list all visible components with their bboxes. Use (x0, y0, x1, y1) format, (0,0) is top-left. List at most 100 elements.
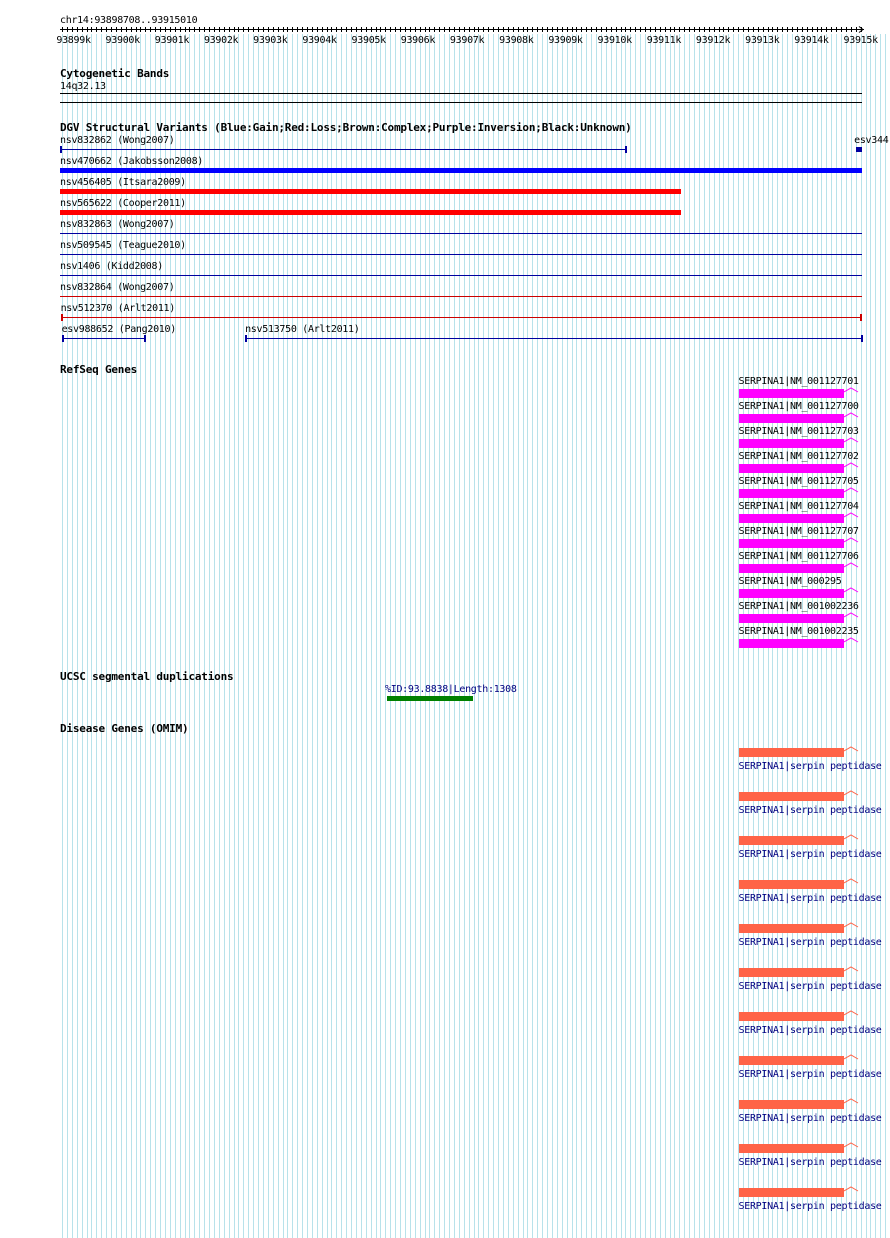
ruler-tick-label: 93911k (646, 35, 682, 46)
dgv-variant-label[interactable]: esv344 (854, 135, 889, 146)
dgv-variant-bar[interactable] (60, 149, 627, 150)
refseq-transcript-label[interactable]: SERPINA1|NM_001127707 (739, 526, 859, 537)
dgv-variant-end-cap (61, 335, 64, 342)
intron-connector (843, 587, 858, 593)
ruler-tick-label: 93909k (548, 35, 583, 46)
dgv-variant-bar[interactable] (60, 296, 862, 297)
refseq-exon-block[interactable] (738, 464, 844, 473)
refseq-transcript-label[interactable]: SERPINA1|NM_001002236 (739, 601, 859, 612)
omim-entry-label[interactable]: SERPINA1|serpin peptidase (739, 981, 882, 992)
refseq-exon-block[interactable] (738, 589, 844, 598)
ruler-tick-label: 93899k (56, 35, 91, 46)
intron-connector (843, 1142, 858, 1148)
dgv-variant-label[interactable]: nsv832864 (Wong2007) (60, 282, 175, 293)
dgv-variant-label[interactable]: nsv470662 (Jakobsson2008) (60, 156, 203, 167)
omim-gene-block[interactable] (738, 792, 844, 801)
dgv-variant-label[interactable]: nsv1406 (Kidd2008) (60, 261, 163, 272)
omim-entry-label[interactable]: SERPINA1|serpin peptidase (739, 1157, 882, 1168)
refseq-transcript-label[interactable]: SERPINA1|NM_001127703 (739, 426, 859, 437)
dgv-variant-bar[interactable] (60, 210, 681, 215)
refseq-transcript-label[interactable]: SERPINA1|NM_001127705 (739, 476, 859, 487)
omim-entry-label[interactable]: SERPINA1|serpin peptidase (739, 849, 882, 860)
ruler-tick-label: 93900k (105, 35, 141, 46)
dgv-track-title: DGV Structural Variants (Blue:Gain;Red:L… (60, 121, 632, 134)
intron-connector (843, 437, 858, 443)
intron-connector (843, 834, 858, 840)
intron-connector (843, 1098, 858, 1104)
dgv-variant-bar[interactable] (60, 168, 862, 173)
dgv-variant-label[interactable]: nsv565622 (Cooper2011) (60, 198, 186, 209)
refseq-transcript-label[interactable]: SERPINA1|NM_001127704 (739, 501, 859, 512)
dgv-variant-label[interactable]: nsv513750 (Arlt2011) (245, 324, 360, 335)
omim-entry-label[interactable]: SERPINA1|serpin peptidase (739, 1025, 882, 1036)
omim-entry-label[interactable]: SERPINA1|serpin peptidase (739, 937, 882, 948)
cytoband-track-title: Cytogenetic Bands (60, 67, 170, 80)
refseq-exon-block[interactable] (738, 489, 844, 498)
cytoband-label: 14q32.13 (60, 81, 106, 92)
omim-gene-block[interactable] (738, 1144, 844, 1153)
dgv-variant-label[interactable]: esv988652 (Pang2010) (62, 324, 177, 335)
intron-connector (843, 562, 858, 568)
refseq-transcript-label[interactable]: SERPINA1|NM_001127701 (739, 376, 859, 387)
intron-connector (843, 966, 858, 972)
omim-gene-block[interactable] (738, 1188, 844, 1197)
segdup-feature-bar[interactable] (386, 696, 474, 701)
intron-connector (843, 537, 858, 543)
dgv-variant-label[interactable]: nsv512370 (Arlt2011) (61, 303, 176, 314)
refseq-transcript-label[interactable]: SERPINA1|NM_001002235 (739, 626, 859, 637)
omim-gene-block[interactable] (738, 1056, 844, 1065)
cytoband-top-line (60, 93, 862, 94)
refseq-transcript-label[interactable]: SERPINA1|NM_001127706 (739, 551, 859, 562)
dgv-variant-bar[interactable] (856, 147, 862, 152)
refseq-transcript-label[interactable]: SERPINA1|NM_000295 (739, 576, 842, 587)
refseq-exon-block[interactable] (738, 639, 844, 648)
omim-gene-block[interactable] (738, 836, 844, 845)
dgv-variant-bar[interactable] (60, 275, 862, 276)
omim-entry-label[interactable]: SERPINA1|serpin peptidase (739, 761, 882, 772)
intron-connector (843, 612, 858, 618)
dgv-variant-bar[interactable] (61, 338, 145, 339)
dgv-variant-bar[interactable] (245, 338, 862, 339)
refseq-exon-block[interactable] (738, 614, 844, 623)
dgv-variant-bar[interactable] (60, 254, 862, 255)
refseq-exon-block[interactable] (738, 439, 844, 448)
omim-gene-block[interactable] (738, 924, 844, 933)
refseq-exon-block[interactable] (738, 514, 844, 523)
omim-track-title: Disease Genes (OMIM) (60, 722, 189, 735)
dgv-variant-bar[interactable] (60, 189, 681, 194)
region-label: chr14:93898708..93915010 (60, 15, 198, 26)
dgv-variant-bar[interactable] (60, 317, 861, 318)
refseq-exon-block[interactable] (738, 564, 844, 573)
segdup-label[interactable]: %ID:93.8838|Length:1308 (385, 684, 517, 695)
omim-gene-block[interactable] (738, 748, 844, 757)
refseq-transcript-label[interactable]: SERPINA1|NM_001127700 (739, 401, 859, 412)
refseq-exon-block[interactable] (738, 414, 844, 423)
ruler-tick-label: 93914k (794, 35, 829, 46)
dgv-variant-label[interactable]: nsv832863 (Wong2007) (60, 219, 175, 230)
omim-entry-label[interactable]: SERPINA1|serpin peptidase (739, 805, 882, 816)
intron-connector (843, 1054, 858, 1060)
omim-gene-block[interactable] (738, 968, 844, 977)
omim-entry-label[interactable]: SERPINA1|serpin peptidase (739, 1069, 882, 1080)
ruler-tick-label: 93902k (203, 35, 239, 46)
refseq-exon-block[interactable] (738, 539, 844, 548)
refseq-transcript-label[interactable]: SERPINA1|NM_001127702 (739, 451, 859, 462)
refseq-exon-block[interactable] (738, 389, 844, 398)
ruler-tick-label: 93903k (253, 35, 288, 46)
omim-entry-label[interactable]: SERPINA1|serpin peptidase (739, 893, 882, 904)
dgv-variant-label[interactable]: nsv456405 (Itsara2009) (60, 177, 186, 188)
omim-gene-block[interactable] (738, 880, 844, 889)
dgv-variant-bar[interactable] (60, 233, 862, 234)
ruler-tick-label: 93915k (843, 35, 879, 46)
omim-entry-label[interactable]: SERPINA1|serpin peptidase (739, 1113, 882, 1124)
intron-connector (843, 1186, 858, 1192)
omim-gene-block[interactable] (738, 1012, 844, 1021)
intron-connector (843, 637, 858, 643)
intron-connector (843, 412, 858, 418)
omim-gene-block[interactable] (738, 1100, 844, 1109)
dgv-variant-label[interactable]: nsv509545 (Teague2010) (60, 240, 186, 251)
dgv-variant-label[interactable]: nsv832862 (Wong2007) (60, 135, 175, 146)
omim-entry-label[interactable]: SERPINA1|serpin peptidase (739, 1201, 882, 1212)
genome-browser-panel: chr14:93898708..93915010 93899k 93900k 939… (0, 0, 890, 1238)
intron-connector (843, 1010, 858, 1016)
